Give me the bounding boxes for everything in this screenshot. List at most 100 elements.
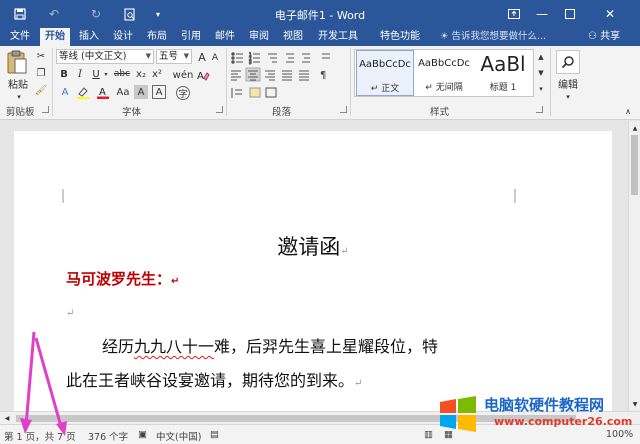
ribbon-tab-bar: 文件 开始 插入 设计 布局 引用 邮件 审阅 视图 开发工具 特色功能 ☀ 告… xyxy=(0,28,640,46)
tab-layout[interactable]: 布局 xyxy=(142,28,172,46)
styles-gallery[interactable]: AaBbCcDc ↵ 正文 AaBbCcDc ↵ 无间隔 AaBl 标题 1 xyxy=(354,49,534,97)
spelling-error-text[interactable]: 九九八十一 xyxy=(134,337,214,356)
styles-scroll-down-icon[interactable]: ▼ xyxy=(536,66,546,80)
document-page[interactable]: 邀请函↵ 马可波罗先生：↵ ↵ 经历九九八十一难，后羿先生喜上星耀段位，特 此在… xyxy=(14,131,612,411)
editing-dropdown-icon[interactable]: ▾ xyxy=(563,90,573,104)
shrink-font-button[interactable]: A xyxy=(210,51,220,65)
maximize-button[interactable] xyxy=(558,4,582,24)
format-painter-icon[interactable]: 🖌 xyxy=(34,83,48,97)
clipboard-launcher-icon[interactable] xyxy=(42,106,49,113)
style-preview: AaBbCcDc xyxy=(359,59,411,70)
document-heading[interactable]: 邀请函↵ xyxy=(14,231,612,261)
tab-special-features[interactable]: 特色功能 xyxy=(368,28,432,46)
italic-button[interactable]: I xyxy=(74,67,86,81)
style-name: ↵ 正文 xyxy=(370,84,400,94)
vertical-scrollbar[interactable]: ▲ ▼ xyxy=(628,121,640,411)
styles-scroll-up-icon[interactable]: ▲ xyxy=(536,50,546,64)
bold-button[interactable]: B xyxy=(58,67,70,81)
font-launcher-icon[interactable] xyxy=(216,106,223,113)
tab-insert[interactable]: 插入 xyxy=(74,28,104,46)
editing-button[interactable]: 编辑 xyxy=(550,76,586,91)
group-divider xyxy=(226,48,227,116)
character-shading-icon[interactable]: A xyxy=(134,85,148,99)
tab-home[interactable]: 开始 xyxy=(40,28,70,46)
grow-font-button[interactable]: A xyxy=(196,50,208,64)
paste-label[interactable]: 粘贴 xyxy=(6,76,30,91)
enclose-characters-icon[interactable]: 字 xyxy=(176,86,190,100)
paste-dropdown-icon[interactable]: ▾ xyxy=(14,90,24,104)
tab-review[interactable]: 审阅 xyxy=(244,28,274,46)
style-name: ↵ 无间隔 xyxy=(425,83,463,93)
tell-me-box[interactable]: ☀ 告诉我您想要做什么... xyxy=(440,28,546,46)
title-bar: ↶ ↻ ▾ 电子邮件1 - Word — ✕ xyxy=(0,0,640,28)
find-icon[interactable] xyxy=(556,50,580,74)
subscript-button[interactable]: x₂ xyxy=(134,67,148,81)
scroll-left-icon[interactable]: ◀ xyxy=(2,412,12,424)
highlight-icon[interactable] xyxy=(76,85,90,99)
styles-launcher-icon[interactable] xyxy=(536,106,543,113)
document-salutation[interactable]: 马可波罗先生：↵ xyxy=(66,268,179,289)
scroll-up-icon[interactable]: ▲ xyxy=(630,121,640,135)
copy-icon[interactable]: ❐ xyxy=(34,66,48,80)
strikethrough-button[interactable]: abc xyxy=(112,67,132,81)
share-button[interactable]: ⚇ 共享 xyxy=(588,28,620,46)
style-no-spacing[interactable]: AaBbCcDc ↵ 无间隔 xyxy=(415,50,473,96)
font-size-combo[interactable]: 五号 ▼ xyxy=(156,49,192,64)
clipboard-group-label: 剪贴板 xyxy=(6,107,35,118)
macro-record-icon[interactable]: ▤ xyxy=(210,429,219,440)
paragraph-mark: ↵ xyxy=(66,308,75,319)
character-border-icon[interactable]: A xyxy=(152,85,166,99)
person-icon: ⚇ xyxy=(588,31,601,42)
styles-more-icon[interactable]: ▾ xyxy=(536,82,546,96)
tab-mailings[interactable]: 邮件 xyxy=(210,28,240,46)
minimize-button[interactable]: — xyxy=(530,4,554,24)
watermark-url: www.computer26.com xyxy=(494,415,633,428)
phonetic-guide-icon[interactable]: wén xyxy=(172,68,194,82)
paragraph-launcher-icon[interactable] xyxy=(340,106,347,113)
svg-text:¶: ¶ xyxy=(320,70,326,81)
cut-icon[interactable]: ✂ xyxy=(34,49,48,63)
close-button[interactable]: ✕ xyxy=(598,4,622,24)
tab-file[interactable]: 文件 xyxy=(6,28,34,46)
ribbon-display-options-icon[interactable] xyxy=(502,4,526,24)
style-heading-1[interactable]: AaBl 标题 1 xyxy=(474,50,532,96)
styles-group-label: 样式 xyxy=(430,107,450,118)
style-name: 标题 1 xyxy=(489,83,517,93)
paragraph-controls-icon[interactable]: 123 ¶ xyxy=(230,50,350,102)
language-indicator[interactable]: 中文(中国) xyxy=(156,429,201,443)
style-preview: AaBbCcDc xyxy=(418,58,470,69)
font-color-icon[interactable]: A xyxy=(96,85,110,99)
font-size-value: 五号 xyxy=(159,51,179,62)
paragraph-group-label: 段落 xyxy=(272,107,292,118)
group-divider xyxy=(350,48,351,116)
body-paragraph-line-2[interactable]: 此在王者峡谷设宴邀请，期待您的到来。↵ xyxy=(66,367,362,391)
body-paragraph-line-1[interactable]: 经历九九八十一难，后羿先生喜上星耀段位，特 xyxy=(66,333,438,357)
empty-paragraph[interactable]: ↵ xyxy=(66,301,74,320)
font-group-label: 字体 xyxy=(122,107,142,118)
paste-icon[interactable] xyxy=(6,50,28,76)
change-case-icon[interactable]: Aa xyxy=(116,85,130,99)
paragraph-mark: ↵ xyxy=(340,246,349,257)
document-area: 邀请函↵ 马可波罗先生：↵ ↵ 经历九九八十一难，后羿先生喜上星耀段位，特 此在… xyxy=(0,121,628,411)
watermark: 电脑软硬件教程网 www.computer26.com xyxy=(432,390,640,440)
tab-design[interactable]: 设计 xyxy=(108,28,138,46)
superscript-button[interactable]: x² xyxy=(150,67,164,81)
vertical-scroll-thumb[interactable] xyxy=(631,135,638,195)
tab-references[interactable]: 引用 xyxy=(176,28,206,46)
word-count[interactable]: 376 个字 xyxy=(88,429,128,443)
margin-corner-mark xyxy=(62,189,64,203)
underline-dropdown-icon[interactable]: ▾ xyxy=(102,67,110,81)
clear-formatting-icon[interactable]: A xyxy=(196,68,210,82)
page-count[interactable]: 第 1 页，共 7 页 xyxy=(4,429,76,443)
style-normal[interactable]: AaBbCcDc ↵ 正文 xyxy=(356,50,414,96)
proofing-icon[interactable]: ▣ xyxy=(138,429,147,440)
underline-button[interactable]: U xyxy=(90,67,102,81)
collapse-ribbon-icon[interactable]: ∧ xyxy=(622,104,634,118)
tab-developer[interactable]: 开发工具 xyxy=(312,28,364,46)
font-name-combo[interactable]: 等线 (中文正文) ▼ xyxy=(56,49,154,64)
svg-text:A: A xyxy=(99,87,106,98)
tab-view[interactable]: 视图 xyxy=(278,28,308,46)
paragraph-mark: ↵ xyxy=(354,378,363,389)
ribbon-home: 粘贴 ▾ ✂ ❐ 🖌 剪贴板 等线 (中文正文) ▼ 五号 ▼ A A B I U … xyxy=(0,46,640,120)
text-effects-icon[interactable]: A xyxy=(58,85,72,99)
